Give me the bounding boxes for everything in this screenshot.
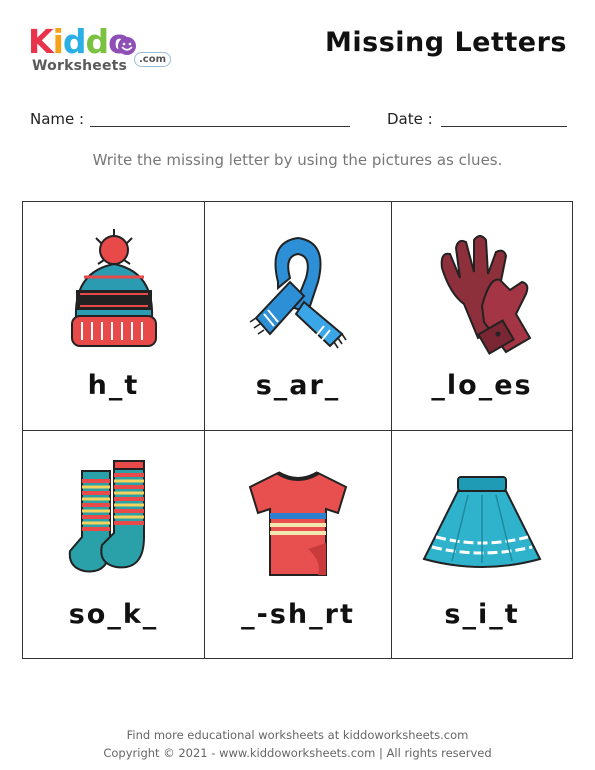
date-write-line[interactable] bbox=[441, 126, 567, 127]
logo-letter: i bbox=[52, 22, 64, 61]
gloves-icon bbox=[440, 235, 532, 355]
beanie-hat-icon bbox=[70, 229, 157, 347]
word-puzzle[interactable]: s_i_t bbox=[392, 599, 572, 630]
footer-line-1: Find more educational worksheets at kidd… bbox=[126, 728, 469, 742]
instruction-text: Write the missing letter by using the pi… bbox=[92, 151, 503, 169]
footer-line-2: Copyright © 2021 - www.kiddoworksheets.c… bbox=[103, 746, 492, 760]
word-puzzle[interactable]: s_ar_ bbox=[205, 370, 391, 401]
kiddo-worksheets-logo: Kiddo Worksheets .com bbox=[28, 22, 172, 82]
date-label: Date : bbox=[387, 110, 433, 128]
word-puzzle[interactable]: _-sh_rt bbox=[205, 599, 391, 630]
name-label: Name : bbox=[30, 110, 85, 128]
t-shirt-icon bbox=[248, 471, 348, 576]
exercise-cell: _-sh_rt bbox=[205, 431, 392, 658]
logo-letter: d bbox=[62, 22, 87, 61]
socks-icon bbox=[68, 460, 145, 573]
exercise-cell: s_i_t bbox=[392, 431, 572, 658]
logo-worksheets-text: Worksheets bbox=[32, 58, 128, 74]
exercise-cell: _lo_es bbox=[392, 202, 572, 431]
exercise-cell: s_ar_ bbox=[205, 202, 392, 431]
scarf-icon bbox=[249, 236, 347, 349]
exercise-cell: h_t bbox=[23, 202, 205, 431]
logo-dotcom-badge: .com bbox=[134, 52, 172, 67]
page-title: Missing Letters bbox=[325, 27, 567, 58]
exercise-grid: h_t s_ar_ _lo_es so_k_ _-sh_rt s_i_t bbox=[22, 201, 573, 659]
word-puzzle[interactable]: h_t bbox=[23, 370, 204, 401]
word-puzzle[interactable]: _lo_es bbox=[392, 370, 572, 401]
logo-letter: d bbox=[85, 22, 110, 61]
smiley-icon bbox=[118, 37, 136, 55]
word-puzzle[interactable]: so_k_ bbox=[23, 599, 204, 630]
logo-letter: K bbox=[28, 22, 54, 61]
exercise-cell: so_k_ bbox=[23, 431, 205, 658]
skirt-icon bbox=[422, 476, 542, 568]
name-write-line[interactable] bbox=[90, 126, 350, 127]
logo-kiddo-text: Kiddo bbox=[28, 22, 131, 62]
